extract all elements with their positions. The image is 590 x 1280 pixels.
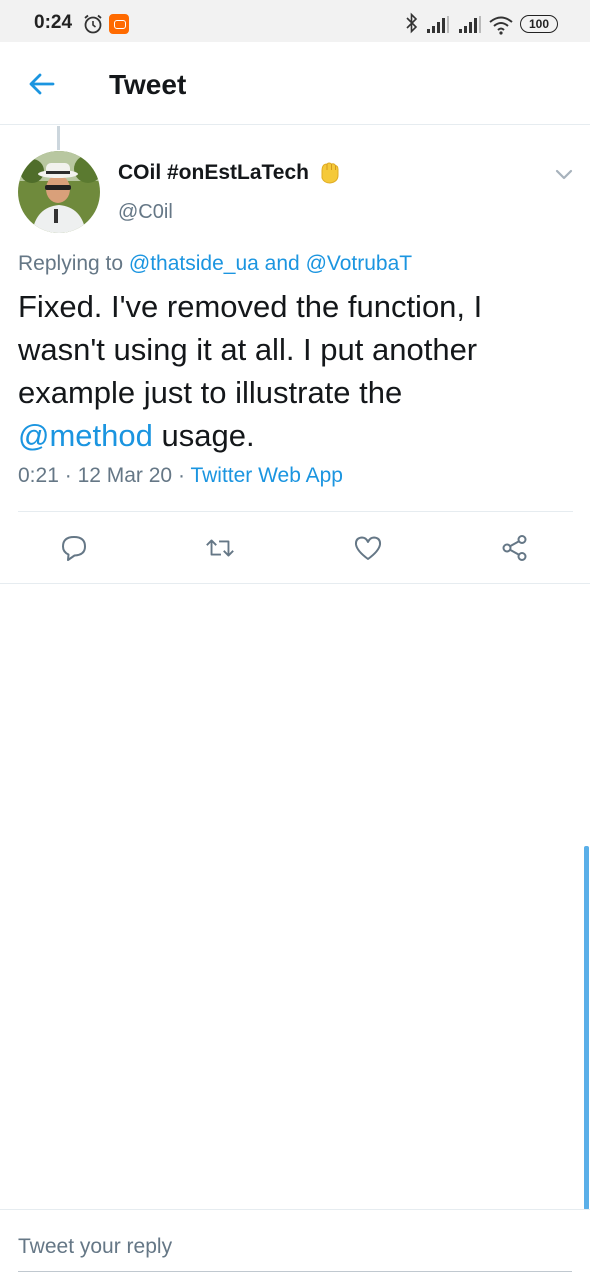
status-time: 0:24 — [34, 12, 73, 33]
chevron-down-icon[interactable] — [552, 163, 576, 185]
reply-context-and[interactable]: and — [265, 252, 300, 275]
app-header: Tweet — [0, 42, 590, 125]
signal-icon — [459, 16, 481, 33]
divider — [0, 583, 590, 584]
reply-context: Replying to @thatside_ua and @VotrubaT — [18, 252, 412, 276]
tweet-time: 0:21 — [18, 464, 59, 487]
profile-photo-icon — [18, 151, 100, 233]
page-title: Tweet — [109, 69, 187, 100]
author-handle[interactable]: @C0il — [118, 201, 173, 224]
reply-bar — [0, 1209, 590, 1280]
app-badge-icon — [109, 14, 129, 34]
tweet-text-line: @method usage. — [18, 414, 578, 457]
tweet-meta: 0:21 · 12 Mar 20 · Twitter Web App — [18, 464, 343, 488]
like-button[interactable] — [352, 532, 384, 564]
back-button[interactable] — [22, 64, 62, 104]
tweet-date: 12 Mar 20 — [77, 464, 173, 487]
display-name: COil #onEstLaTech — [118, 161, 309, 184]
retweet-icon — [206, 539, 234, 557]
mention-link[interactable]: @VotrubaT — [306, 252, 413, 275]
tweet-source-link[interactable]: Twitter Web App — [190, 464, 343, 487]
share-icon — [502, 535, 527, 561]
meta-separator: · — [64, 464, 72, 487]
thread-connector — [57, 126, 60, 150]
tweet-action-bar — [0, 512, 590, 583]
share-button[interactable] — [499, 532, 531, 564]
tweet-text: Fixed. I've removed the function, I wasn… — [18, 285, 578, 457]
bluetooth-icon — [406, 12, 418, 34]
mention-link[interactable]: @thatside_ua — [129, 252, 259, 275]
signal-icon — [427, 16, 449, 33]
tweet-text-line: example just to illustrate the — [18, 375, 403, 410]
retweet-button[interactable] — [204, 532, 236, 564]
avatar[interactable] — [18, 151, 100, 233]
author-name-row[interactable]: COil #onEstLaTech — [118, 160, 342, 186]
arrow-left-icon — [29, 73, 55, 95]
tweet-text-line: Fixed. I've removed the function, I — [18, 289, 483, 324]
reply-input[interactable] — [18, 1228, 572, 1272]
tweet-text-line: wasn't using it at all. I put another — [18, 332, 478, 367]
heart-icon — [354, 536, 382, 560]
reply-icon — [62, 536, 86, 561]
meta-separator: · — [177, 464, 185, 487]
reply-button[interactable] — [58, 532, 90, 564]
battery-icon: 100 — [520, 15, 558, 33]
wifi-icon — [489, 16, 513, 35]
alarm-icon — [84, 14, 102, 34]
reply-context-prefix: Replying to — [18, 252, 124, 275]
mention-link[interactable]: @method — [18, 418, 153, 453]
status-bar: 0:24 100 — [0, 0, 590, 42]
scrollbar[interactable] — [584, 846, 589, 1210]
tweet-text-fragment: usage. — [152, 418, 255, 453]
raised-fist-icon — [321, 162, 339, 184]
